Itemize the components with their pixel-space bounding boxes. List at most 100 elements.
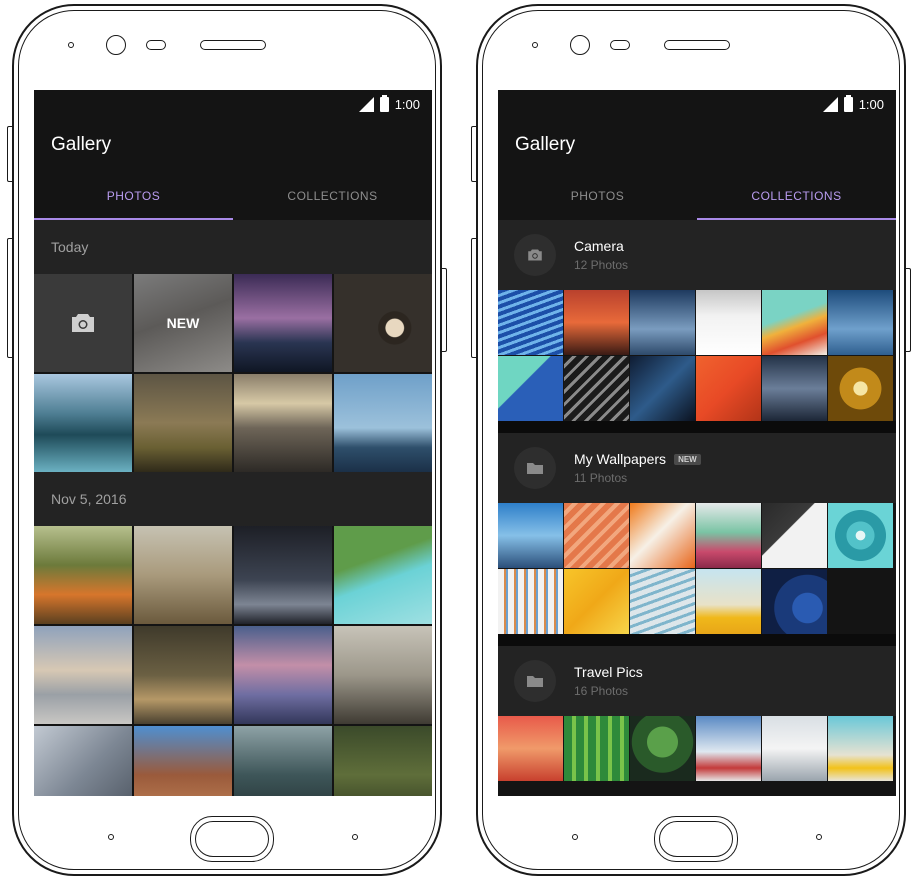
- home-button[interactable]: [654, 816, 738, 862]
- collection-grid-camera: [498, 290, 896, 421]
- collection-thumbnail[interactable]: [828, 290, 893, 355]
- photo-thumbnail[interactable]: [334, 274, 432, 372]
- collection-thumbnail[interactable]: [696, 290, 761, 355]
- collection-thumbnail[interactable]: [828, 356, 893, 421]
- collection-thumbnail[interactable]: [498, 290, 563, 355]
- nav-recents-dot[interactable]: [816, 834, 822, 840]
- phone-collections: 1:00 Gallery PHOTOS COLLECTIONS Camera 1…: [471, 4, 911, 876]
- collection-thumbnail[interactable]: [630, 716, 695, 781]
- home-button[interactable]: [190, 816, 274, 862]
- photo-thumbnail[interactable]: [34, 626, 132, 724]
- nav-recents-dot[interactable]: [352, 834, 358, 840]
- tab-photos[interactable]: PHOTOS: [498, 172, 697, 220]
- collection-thumbnail[interactable]: [564, 569, 629, 634]
- collection-count: 12 Photos: [574, 258, 629, 272]
- tab-indicator: [34, 218, 233, 220]
- camera-icon: [72, 314, 94, 332]
- collection-empty-slot: [828, 569, 893, 634]
- collection-icon: [514, 234, 556, 276]
- collection-thumbnail[interactable]: [498, 503, 563, 568]
- collection-thumbnail[interactable]: [696, 716, 761, 781]
- collection-separator: [498, 421, 896, 433]
- collection-header-camera[interactable]: Camera 12 Photos: [498, 220, 896, 290]
- photo-thumbnail[interactable]: [134, 526, 232, 624]
- camera-icon: [528, 249, 542, 261]
- collection-thumbnail[interactable]: [696, 356, 761, 421]
- collection-thumbnail[interactable]: [498, 356, 563, 421]
- folder-icon: [527, 463, 543, 474]
- open-camera-tile[interactable]: [34, 274, 132, 372]
- collection-thumbnail[interactable]: [762, 569, 827, 634]
- collection-thumbnail[interactable]: [564, 290, 629, 355]
- status-time: 1:00: [394, 96, 420, 112]
- collection-thumbnail[interactable]: [696, 569, 761, 634]
- new-badge: NEW: [674, 453, 701, 465]
- status-bar: 1:00: [498, 90, 896, 118]
- collection-thumbnail[interactable]: [564, 503, 629, 568]
- collection-header-my-wallpapers[interactable]: My Wallpapers NEW 11 Photos: [498, 433, 896, 503]
- photo-grid-today: NEW: [34, 274, 432, 472]
- photo-thumbnail[interactable]: [134, 726, 232, 796]
- front-camera: [106, 35, 126, 55]
- proximity-sensor: [146, 40, 166, 50]
- collection-thumbnail[interactable]: [630, 569, 695, 634]
- tab-bar: PHOTOS COLLECTIONS: [498, 172, 896, 220]
- photo-thumbnail[interactable]: [234, 526, 332, 624]
- earpiece: [664, 40, 730, 50]
- collection-thumbnail[interactable]: [630, 503, 695, 568]
- collection-thumbnail[interactable]: [696, 503, 761, 568]
- app-title: Gallery: [51, 134, 112, 155]
- status-time: 1:00: [858, 96, 884, 112]
- collection-thumbnail[interactable]: [564, 356, 629, 421]
- photo-thumbnail[interactable]: [234, 274, 332, 372]
- collection-header-travel-pics[interactable]: Travel Pics 16 Photos: [498, 646, 896, 716]
- photo-thumbnail[interactable]: [234, 726, 332, 796]
- collection-count: 16 Photos: [574, 684, 629, 698]
- sensor-dot: [68, 42, 74, 48]
- photo-thumbnail[interactable]: [334, 726, 432, 796]
- collection-thumbnail[interactable]: [762, 503, 827, 568]
- collection-name: My Wallpapers: [574, 451, 667, 467]
- nav-back-dot[interactable]: [572, 834, 578, 840]
- collection-thumbnail[interactable]: [828, 716, 893, 781]
- photo-thumbnail[interactable]: [34, 374, 132, 472]
- photo-thumbnail[interactable]: [334, 626, 432, 724]
- collection-name: Camera: [574, 238, 624, 254]
- new-photo-label: NEW: [166, 315, 200, 331]
- sensor-dot: [532, 42, 538, 48]
- section-header-nov-5-2016: Nov 5, 2016: [34, 472, 432, 526]
- tab-photos[interactable]: PHOTOS: [34, 172, 233, 220]
- tab-collections[interactable]: COLLECTIONS: [697, 172, 896, 220]
- photo-thumbnail[interactable]: [34, 526, 132, 624]
- photo-thumbnail[interactable]: [134, 626, 232, 724]
- collection-thumbnail[interactable]: [630, 290, 695, 355]
- photo-thumbnail[interactable]: [134, 374, 232, 472]
- collection-thumbnail[interactable]: [630, 356, 695, 421]
- screen: 1:00 Gallery PHOTOS COLLECTIONS Camera 1…: [498, 90, 896, 796]
- collection-thumbnail[interactable]: [762, 716, 827, 781]
- collection-thumbnail[interactable]: [564, 716, 629, 781]
- collection-thumbnail[interactable]: [762, 290, 827, 355]
- tab-bar: PHOTOS COLLECTIONS: [34, 172, 432, 220]
- status-bar: 1:00: [34, 90, 432, 118]
- photo-thumbnail[interactable]: [334, 374, 432, 472]
- photo-thumbnail[interactable]: [34, 726, 132, 796]
- collection-thumbnail[interactable]: [498, 716, 563, 781]
- screen: 1:00 Gallery PHOTOS COLLECTIONS Today NE…: [34, 90, 432, 796]
- volume-button-bottom: [7, 238, 13, 358]
- photo-thumbnail[interactable]: [234, 374, 332, 472]
- collection-grid-my-wallpapers: [498, 503, 896, 634]
- signal-icon: [358, 96, 374, 112]
- app-title: Gallery: [515, 134, 576, 155]
- tab-collections[interactable]: COLLECTIONS: [233, 172, 432, 220]
- photo-thumbnail[interactable]: [234, 626, 332, 724]
- photo-thumbnail[interactable]: [334, 526, 432, 624]
- collection-thumbnail[interactable]: [762, 356, 827, 421]
- collection-thumbnail[interactable]: [828, 503, 893, 568]
- nav-back-dot[interactable]: [108, 834, 114, 840]
- collection-thumbnail[interactable]: [498, 569, 563, 634]
- photo-thumbnail[interactable]: NEW: [134, 274, 232, 372]
- signal-icon: [822, 96, 838, 112]
- collection-name: Travel Pics: [574, 664, 643, 680]
- collection-grid-travel-pics: [498, 716, 896, 781]
